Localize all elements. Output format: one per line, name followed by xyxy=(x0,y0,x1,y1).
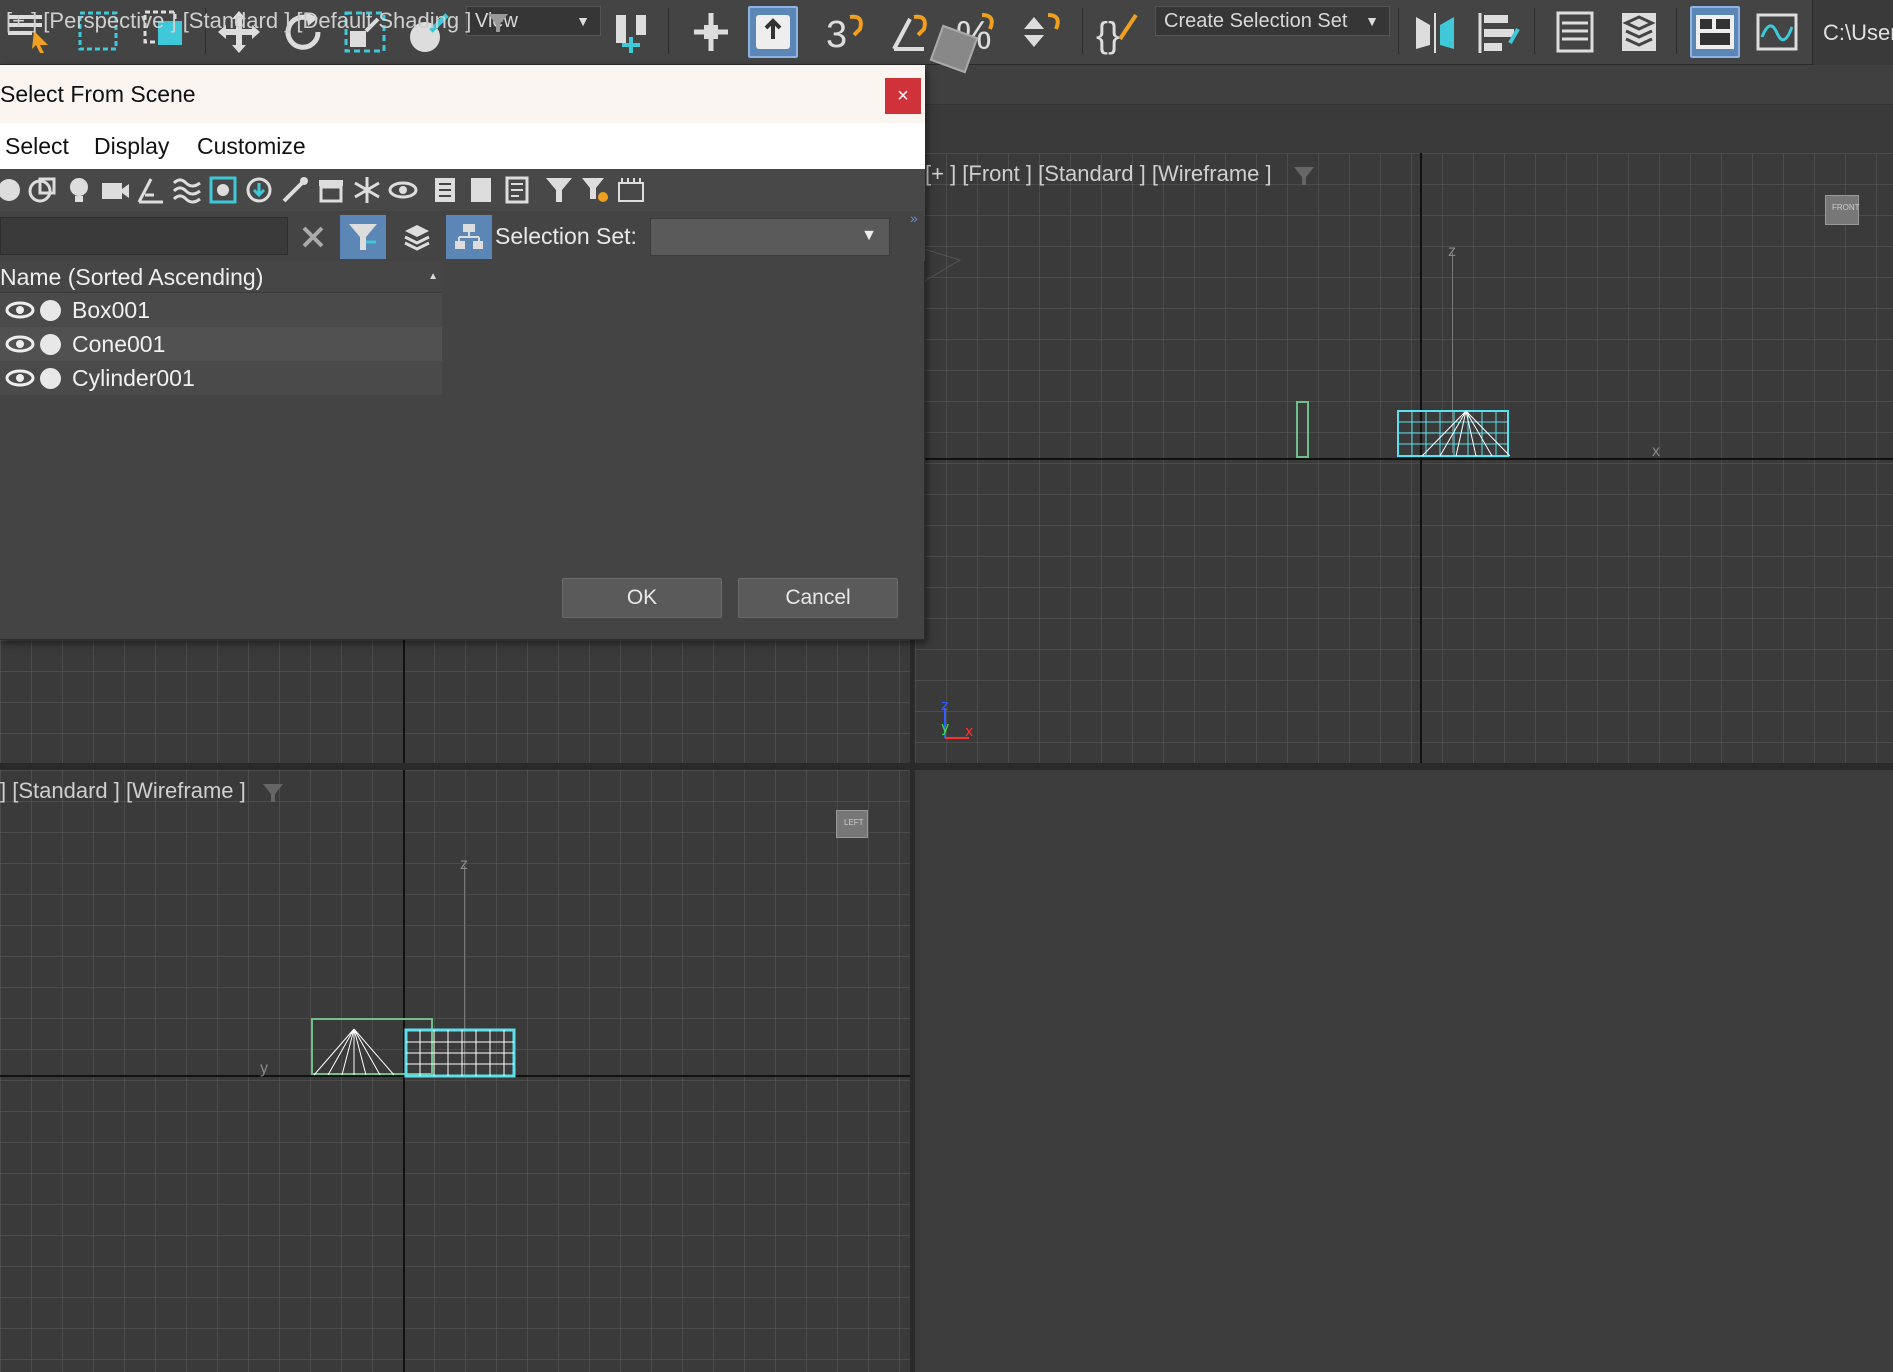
geometry-type-icon xyxy=(40,334,61,355)
sort-ascending-icon: ▲ xyxy=(428,271,438,282)
box-front-wireframe[interactable] xyxy=(1295,400,1311,460)
svg-text:x: x xyxy=(965,724,973,740)
align-icon[interactable] xyxy=(1474,6,1524,58)
left-y-letter: y xyxy=(260,1060,268,1077)
top-viewport-visible-area[interactable] xyxy=(0,640,910,763)
layers-icon xyxy=(404,225,430,251)
display-lights-icon[interactable] xyxy=(64,175,94,205)
selection-set-label: Selection Set: xyxy=(495,223,637,249)
display-cameras-icon[interactable] xyxy=(100,175,130,205)
toggle-ribbon-icon[interactable] xyxy=(1690,6,1740,58)
front-z-letter: z xyxy=(1448,243,1456,260)
find-case-sensitive-button[interactable] xyxy=(340,215,386,259)
hierarchy-button[interactable] xyxy=(446,215,492,259)
display-xrefs-icon[interactable] xyxy=(244,175,274,205)
select-from-scene-dialog: Select From Scene × Select Display Custo… xyxy=(0,65,925,640)
display-invert-icon[interactable] xyxy=(502,175,532,205)
display-geometry-icon[interactable] xyxy=(0,175,24,205)
dialog-filter-iconbar xyxy=(0,169,925,211)
left-viewport-label[interactable]: ] [Standard ] [Wireframe ] xyxy=(0,778,246,804)
create-selection-set-dropdown[interactable]: Create Selection Set ▼ xyxy=(1155,6,1390,36)
top-vertical-axis xyxy=(403,640,405,763)
geometry-type-icon xyxy=(40,300,61,321)
list-item[interactable]: Cone001 xyxy=(0,327,442,361)
object-name: Box001 xyxy=(72,297,151,323)
dialog-search-row: Selection Set: ▼ xyxy=(0,211,925,261)
display-groups-icon[interactable] xyxy=(208,175,238,205)
filter-settings-icon[interactable] xyxy=(580,175,610,205)
display-containers-icon[interactable] xyxy=(316,175,346,205)
filter-search-icon xyxy=(349,224,377,250)
display-spacewarps-icon[interactable] xyxy=(172,175,202,205)
display-hidden-icon[interactable] xyxy=(388,175,418,205)
front-viewcube-label: FRONT xyxy=(1832,203,1860,212)
clear-search-button[interactable] xyxy=(290,215,336,259)
filter-icon[interactable] xyxy=(544,175,574,205)
visibility-eye-icon[interactable] xyxy=(5,333,35,355)
close-icon[interactable]: × xyxy=(885,78,921,114)
display-helpers-icon[interactable] xyxy=(136,175,166,205)
left-z-letter: z xyxy=(460,856,468,873)
search-input[interactable] xyxy=(0,217,288,255)
name-column-header[interactable]: Name (Sorted Ascending) ▲ xyxy=(0,261,442,293)
layer-sort-button[interactable] xyxy=(394,215,440,259)
curve-editor-icon[interactable] xyxy=(1752,6,1802,58)
front-axis-tripod: z y x xyxy=(941,698,973,740)
menu-select[interactable]: Select xyxy=(5,133,69,160)
left-viewport[interactable]: ] [Standard ] [Wireframe ] z y LEFT xyxy=(0,770,910,1372)
display-frozen-icon[interactable] xyxy=(352,175,382,205)
svg-text:{}: {} xyxy=(1096,14,1120,55)
layer-explorer-icon[interactable] xyxy=(1614,6,1664,58)
display-all-icon[interactable] xyxy=(430,175,460,205)
ribbon-strip xyxy=(925,65,1893,105)
dialog-menubar: Select Display Customize xyxy=(0,123,925,169)
menu-customize[interactable]: Customize xyxy=(197,133,306,160)
viewport-filter-icon[interactable] xyxy=(1293,165,1315,187)
geometry-type-icon xyxy=(40,368,61,389)
visibility-eye-icon[interactable] xyxy=(5,299,35,321)
hierarchy-icon xyxy=(455,224,483,249)
filter-container-icon[interactable] xyxy=(616,175,646,205)
scene-explorer-icon[interactable] xyxy=(1550,6,1600,58)
object-name: Cylinder001 xyxy=(72,365,195,391)
svg-text:y: y xyxy=(941,720,949,736)
cancel-button[interactable]: Cancel xyxy=(738,578,898,618)
viewport-filter-icon[interactable] xyxy=(262,782,284,804)
collapse-panel-icon[interactable]: » xyxy=(910,210,918,226)
front-x-letter: x xyxy=(1652,443,1660,460)
list-item[interactable]: Box001 xyxy=(0,293,442,327)
cylinder-left-wireframe[interactable] xyxy=(404,1028,516,1078)
edit-named-selection-icon[interactable]: {} xyxy=(1094,6,1144,58)
display-shapes-icon[interactable] xyxy=(28,175,58,205)
svg-text:z: z xyxy=(941,698,948,714)
cylinder-cone-front-wireframe[interactable] xyxy=(1396,409,1510,459)
viewport-divider-horizontal[interactable] xyxy=(0,763,1893,770)
selection-set-dropdown[interactable]: ▼ xyxy=(650,218,890,256)
dialog-titlebar[interactable]: Select From Scene × xyxy=(0,65,925,123)
front-viewport[interactable]: [+ ] [Front ] [Standard ] [Wireframe ] z… xyxy=(915,153,1893,763)
chevron-down-icon: ▼ xyxy=(861,227,877,244)
spinner-snap-icon[interactable] xyxy=(1018,6,1068,58)
display-none-icon[interactable] xyxy=(466,175,496,205)
mirror-icon[interactable] xyxy=(1410,6,1460,58)
viewport-header-strip xyxy=(925,105,1893,153)
close-icon xyxy=(302,226,324,248)
dialog-title: Select From Scene xyxy=(0,81,196,107)
display-bones-icon[interactable] xyxy=(280,175,310,205)
menu-display[interactable]: Display xyxy=(94,133,169,160)
name-column-header-label: Name (Sorted Ascending) xyxy=(0,264,264,290)
list-item[interactable]: Cylinder001 xyxy=(0,361,442,395)
ok-button[interactable]: OK xyxy=(562,578,722,618)
left-viewcube-label: LEFT xyxy=(844,818,864,827)
project-path: C:\User xyxy=(1812,0,1893,65)
object-name: Cone001 xyxy=(72,331,166,357)
visibility-eye-icon[interactable] xyxy=(5,367,35,389)
